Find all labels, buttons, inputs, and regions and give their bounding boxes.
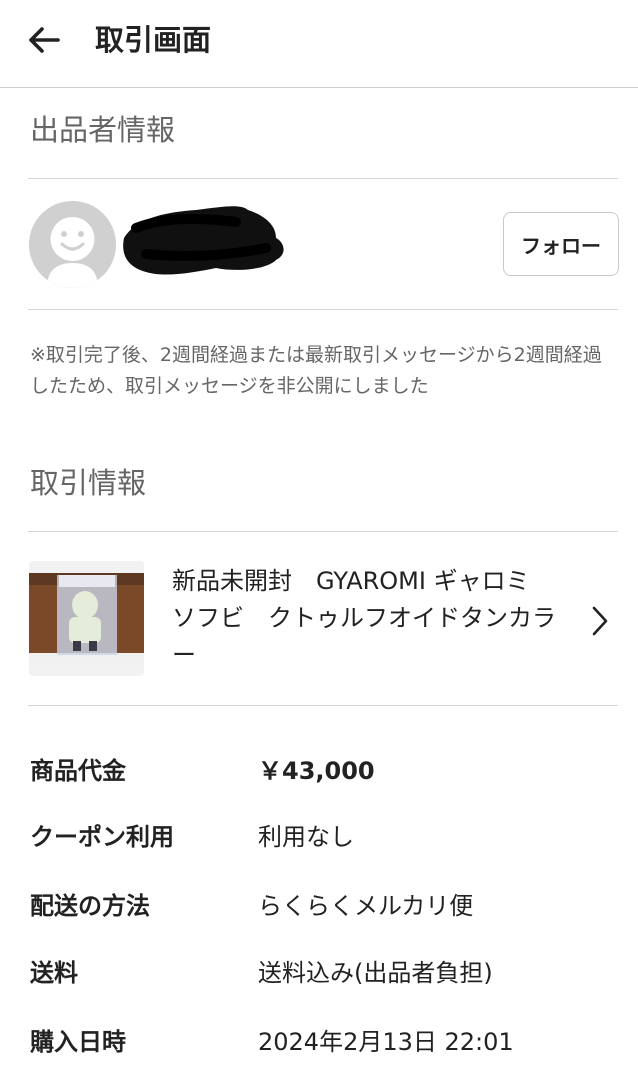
follow-button[interactable]: フォロー (503, 212, 619, 276)
detail-value: 2024年2月13日 22:01 (258, 1028, 514, 1056)
message-hidden-notice: ※取引完了後、2週間経過または最新取引メッセージから2週間経過したため、取引メッ… (30, 344, 602, 397)
detail-value: らくらくメルカリ便 (258, 892, 474, 920)
page-title: 取引画面 (95, 23, 212, 57)
seller-name-redacted (123, 206, 284, 275)
divider (28, 705, 618, 706)
detail-row-shipping-fee: 送料 送料込み(出品者負担) (0, 953, 638, 993)
transaction-screen: 取引画面 出品者情報 フォロー ※取引完了後、2週間経過または最新取引メッセージ… (0, 0, 638, 1080)
detail-row-shipping-method: 配送の方法 らくらくメルカリ便 (0, 886, 638, 926)
product-thumbnail (29, 561, 144, 676)
chevron-right-icon (592, 606, 608, 636)
product-title: 新品未開封 GYAROMI ギャロミ ソフビ クトゥルフオイドタンカラー (172, 567, 556, 669)
detail-label: クーポン利用 (30, 823, 174, 851)
back-button[interactable] (18, 18, 70, 62)
divider (28, 178, 618, 179)
seller-avatar[interactable] (29, 201, 116, 288)
detail-row-purchase-date: 購入日時 2024年2月13日 22:01 (0, 1022, 638, 1062)
app-header: 取引画面 (0, 0, 638, 88)
product-row[interactable]: 新品未開封 GYAROMI ギャロミ ソフビ クトゥルフオイドタンカラー (0, 531, 638, 706)
detail-label: 送料 (30, 959, 78, 987)
detail-row-coupon: クーポン利用 利用なし (0, 817, 638, 857)
detail-value: 利用なし (258, 823, 354, 851)
default-avatar-icon (29, 201, 116, 288)
detail-label: 購入日時 (30, 1028, 126, 1056)
transaction-section-title: 取引情報 (30, 466, 147, 500)
detail-value: 送料込み(出品者負担) (258, 959, 493, 987)
arrow-left-icon (29, 27, 60, 53)
detail-row-price: 商品代金 ￥43,000 (0, 751, 638, 791)
seller-section-title: 出品者情報 (30, 113, 176, 147)
detail-label: 配送の方法 (30, 892, 150, 920)
divider (28, 309, 618, 310)
detail-label: 商品代金 (30, 757, 126, 785)
detail-value: ￥43,000 (258, 757, 375, 785)
